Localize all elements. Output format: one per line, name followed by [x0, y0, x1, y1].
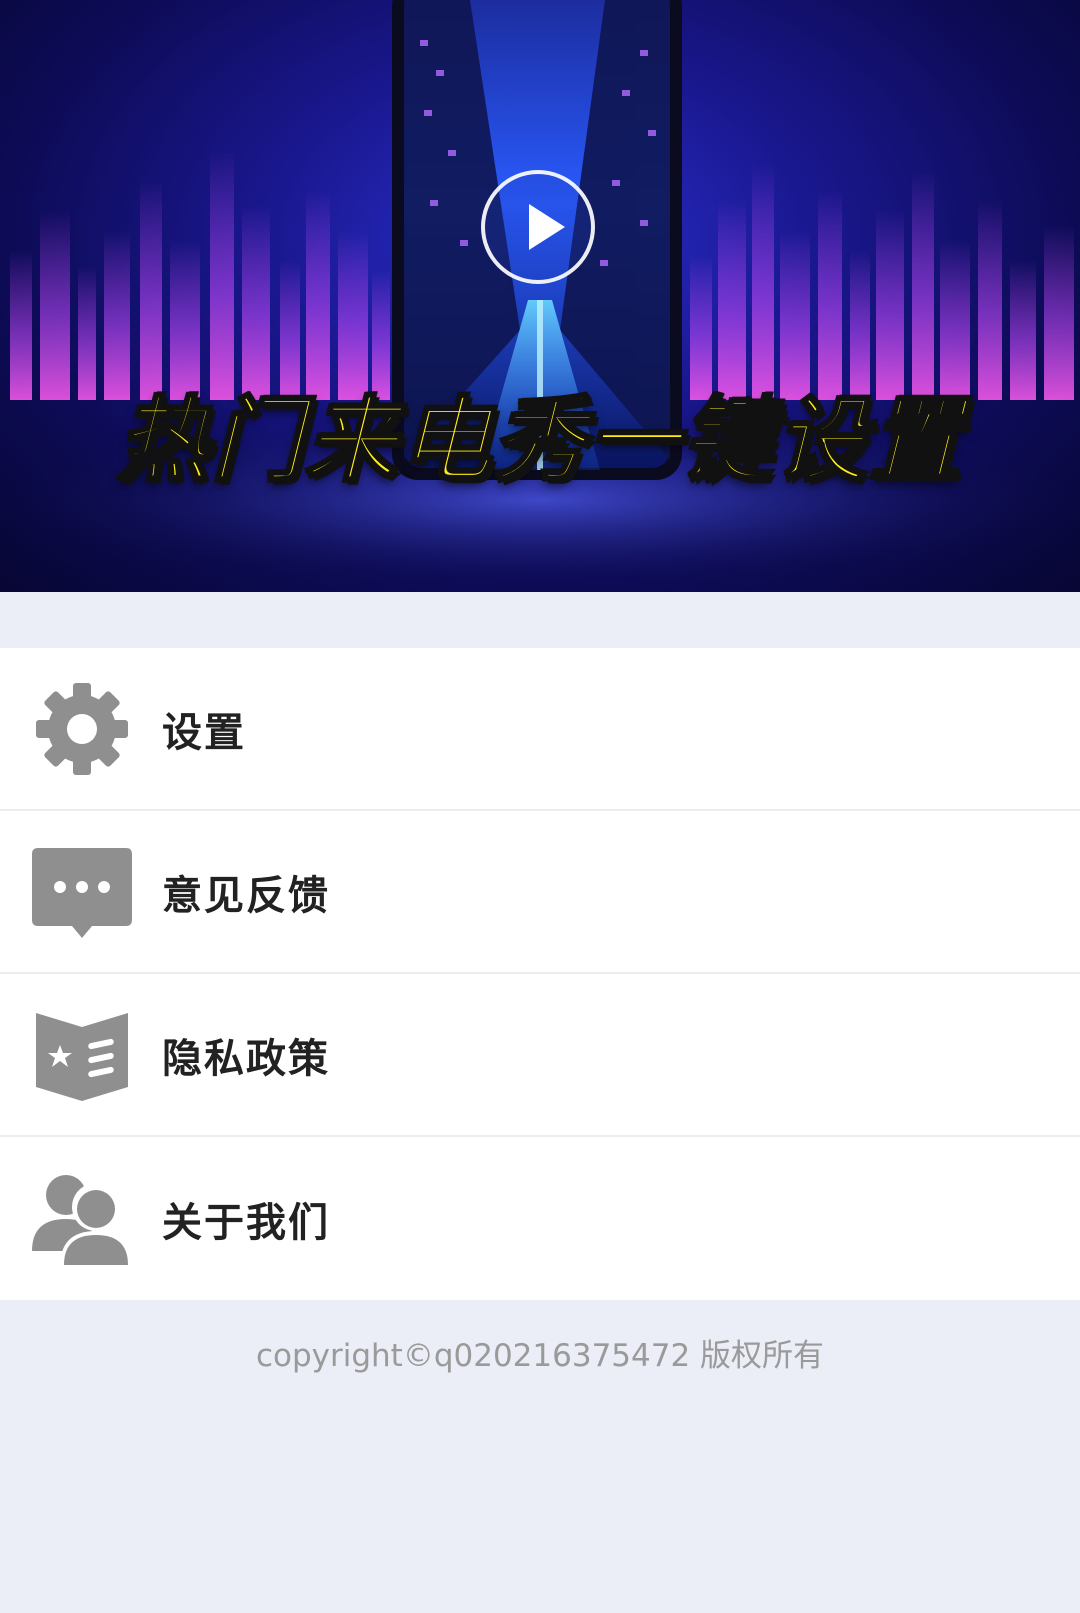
menu-item-label: 隐私政策 [162, 1035, 330, 1082]
play-video-button[interactable] [481, 170, 595, 284]
banner-artwork [0, 0, 1080, 590]
banner[interactable]: 热门来电秀一键设置 [0, 0, 1080, 592]
menu-item-label: 设置 [162, 709, 246, 756]
chat-bubble-icon [30, 840, 134, 944]
menu-item-about-us[interactable]: 关于我们 [0, 1137, 1080, 1300]
menu-item-label: 关于我们 [162, 1199, 330, 1246]
menu-item-settings[interactable]: 设置 [0, 648, 1080, 811]
menu-item-privacy-policy[interactable]: 隐私政策 [0, 974, 1080, 1137]
copyright-footer: copyright©q020216375472 版权所有 [255, 1338, 825, 1374]
menu-list: 设置 意见反馈 隐私政策 关于我们 [0, 648, 1080, 1300]
menu-item-feedback[interactable]: 意见反馈 [0, 811, 1080, 974]
banner-title: 热门来电秀一键设置 [115, 387, 963, 494]
users-icon [30, 1167, 134, 1271]
gear-icon [30, 677, 134, 781]
menu-item-label: 意见反馈 [162, 872, 330, 919]
policy-book-icon [30, 1003, 134, 1107]
